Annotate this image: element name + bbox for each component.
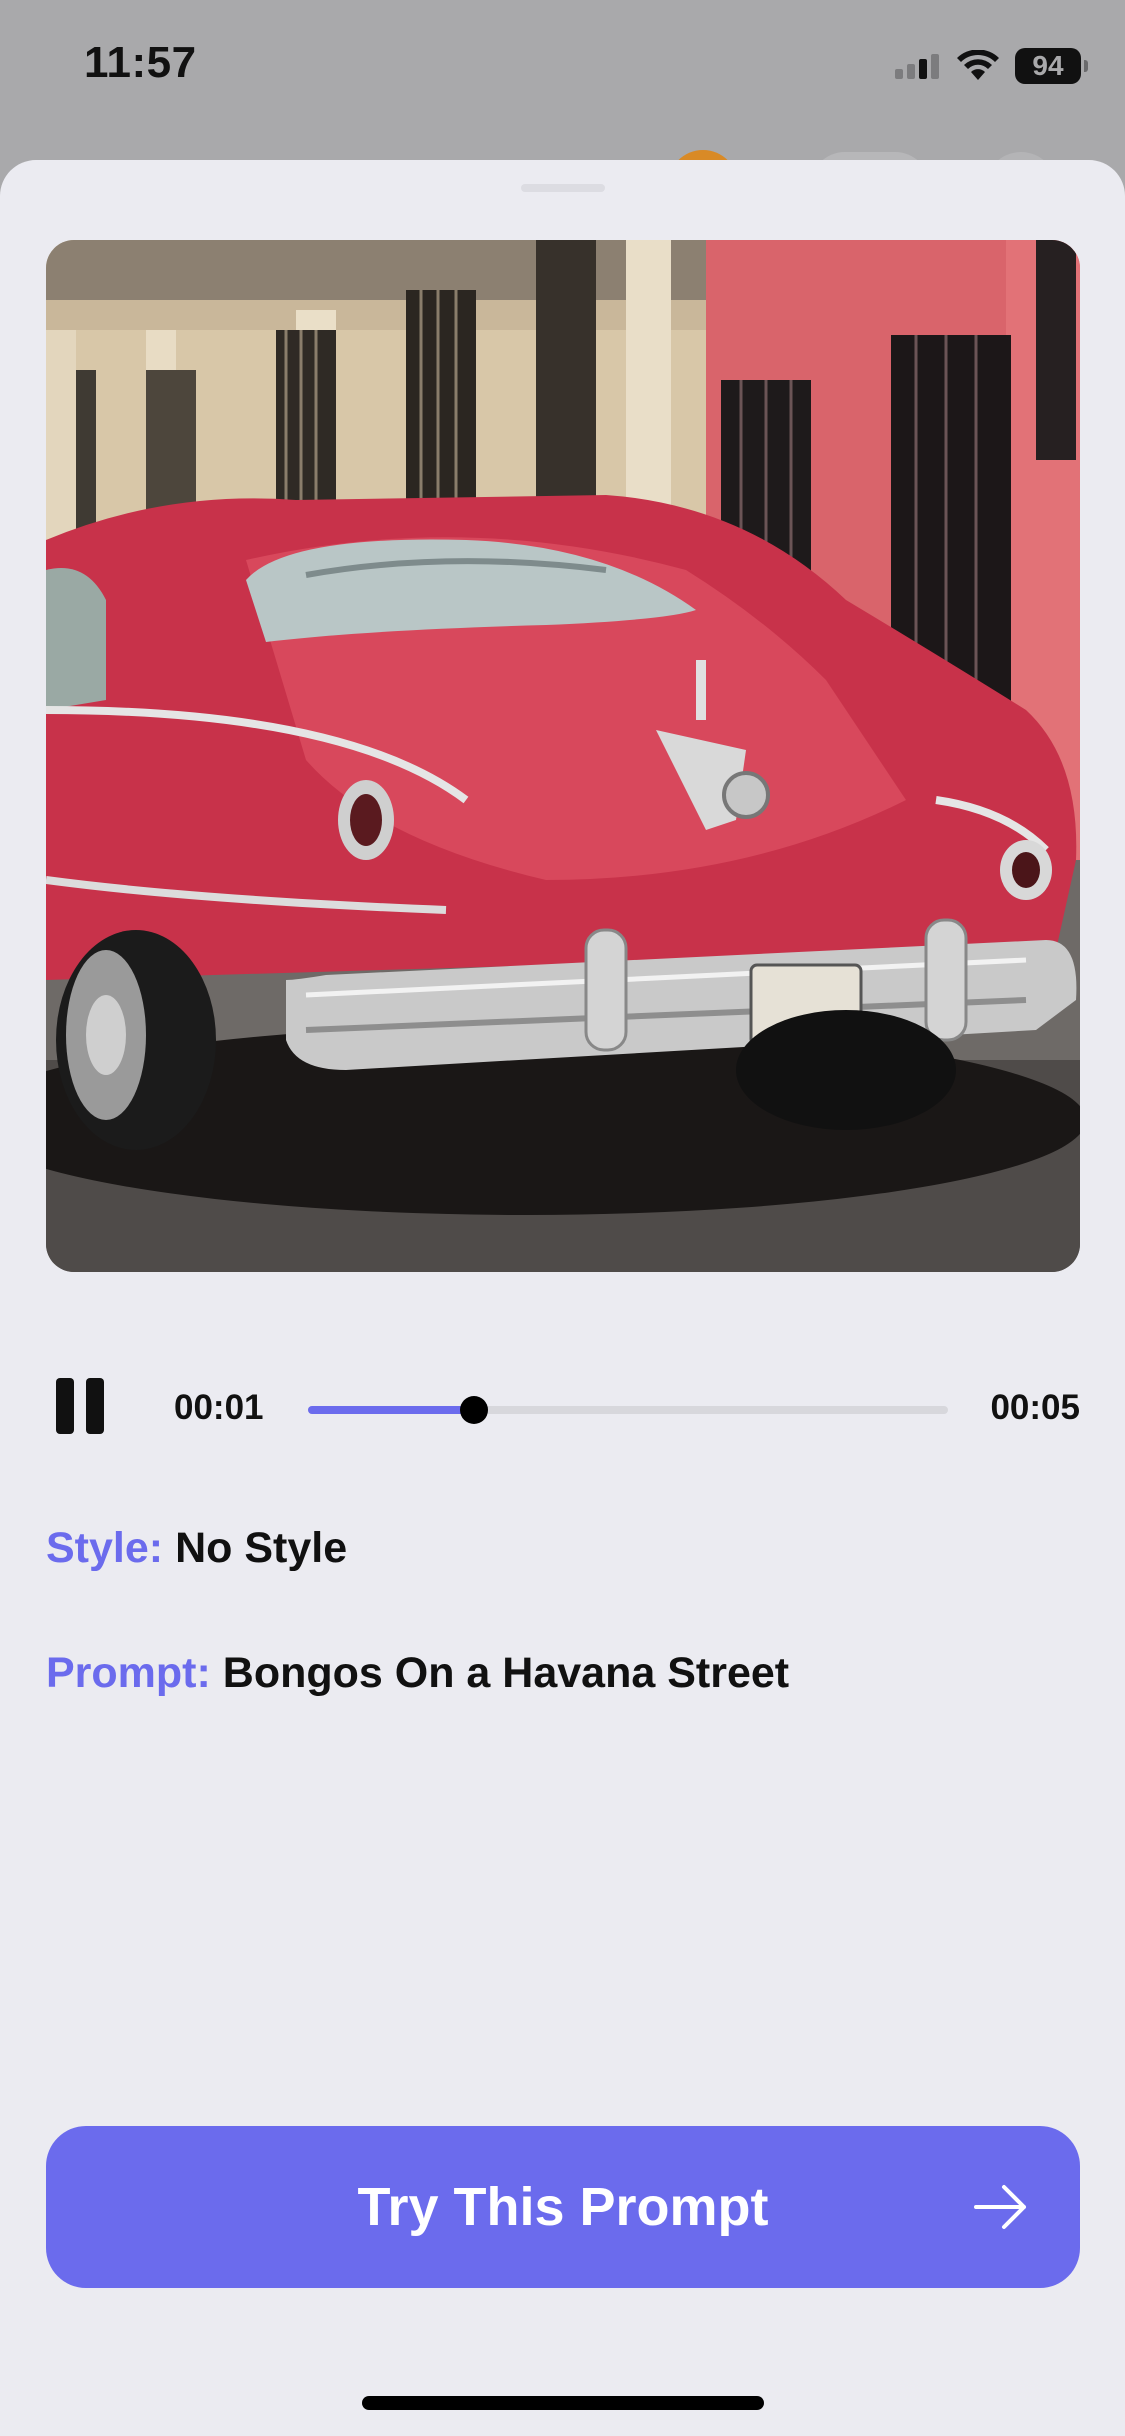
total-time: 00:05 xyxy=(990,1388,1080,1427)
prompt-value: Bongos On a Havana Street xyxy=(222,1649,790,1697)
status-icons: 94 xyxy=(895,44,1088,88)
artwork-illustration xyxy=(46,240,1080,1272)
generated-artwork-image xyxy=(46,240,1080,1272)
cellular-signal-icon xyxy=(895,54,939,79)
pause-button[interactable] xyxy=(56,1378,110,1438)
arrow-right-icon xyxy=(974,2185,1026,2229)
playback-slider-thumb[interactable] xyxy=(460,1396,489,1424)
home-indicator[interactable] xyxy=(362,2396,764,2410)
wifi-icon xyxy=(957,50,999,80)
current-time: 00:01 xyxy=(174,1388,264,1427)
battery-cap xyxy=(1084,60,1088,72)
audio-player: 00:01 00:05 xyxy=(46,1350,1080,1460)
playback-progress-fill xyxy=(308,1406,475,1414)
status-time: 11:57 xyxy=(84,38,197,87)
bottom-sheet: 00:01 00:05 Style: No Style Prompt: Bong… xyxy=(0,160,1125,2436)
status-bar: 11:57 94 xyxy=(0,0,1125,140)
screen: 11:57 94 00:01 00:05 Style: No Style Pro… xyxy=(0,0,1125,2436)
prompt-row: Prompt: Bongos On a Havana Street xyxy=(46,1649,789,1698)
playback-slider[interactable] xyxy=(308,1396,948,1424)
style-label: Style: xyxy=(46,1524,164,1572)
prompt-label: Prompt: xyxy=(46,1649,211,1697)
style-row: Style: No Style xyxy=(46,1524,347,1573)
battery-icon: 94 xyxy=(1015,48,1088,84)
try-this-prompt-label: Try This Prompt xyxy=(357,2177,769,2237)
sheet-grabber[interactable] xyxy=(521,184,605,192)
style-value: No Style xyxy=(175,1524,348,1572)
battery-level: 94 xyxy=(1032,50,1064,81)
try-this-prompt-button[interactable]: Try This Prompt xyxy=(46,2126,1080,2288)
